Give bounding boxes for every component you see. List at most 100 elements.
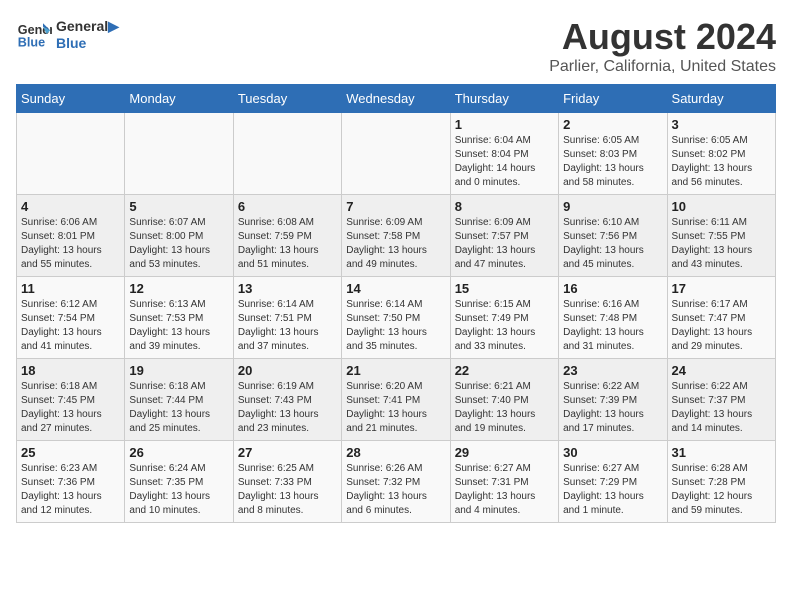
day-number: 19 <box>129 363 228 378</box>
day-number: 24 <box>672 363 771 378</box>
subtitle: Parlier, California, United States <box>549 58 776 76</box>
title-block: August 2024 Parlier, California, United … <box>549 16 776 76</box>
day-info: Sunrise: 6:07 AM Sunset: 8:00 PM Dayligh… <box>129 216 228 272</box>
day-number: 14 <box>346 281 445 296</box>
day-number: 25 <box>21 445 120 460</box>
column-header-tuesday: Tuesday <box>233 85 341 113</box>
day-info: Sunrise: 6:05 AM Sunset: 8:02 PM Dayligh… <box>672 134 771 190</box>
column-header-monday: Monday <box>125 85 233 113</box>
day-info: Sunrise: 6:22 AM Sunset: 7:37 PM Dayligh… <box>672 380 771 436</box>
calendar-cell: 11 Sunrise: 6:12 AM Sunset: 7:54 PM Dayli… <box>17 277 125 359</box>
day-info: Sunrise: 6:08 AM Sunset: 7:59 PM Dayligh… <box>238 216 337 272</box>
day-number: 27 <box>238 445 337 460</box>
calendar-cell: 27 Sunrise: 6:25 AM Sunset: 7:33 PM Dayli… <box>233 441 341 523</box>
day-number: 7 <box>346 199 445 214</box>
calendar-cell: 21 Sunrise: 6:20 AM Sunset: 7:41 PM Dayli… <box>342 359 450 441</box>
calendar-cell: 1Sunrise: 6:04 AM Sunset: 8:04 PM Daylig… <box>450 113 558 195</box>
calendar-cell: 6 Sunrise: 6:08 AM Sunset: 7:59 PM Daylig… <box>233 195 341 277</box>
day-number: 12 <box>129 281 228 296</box>
day-info: Sunrise: 6:24 AM Sunset: 7:35 PM Dayligh… <box>129 462 228 518</box>
day-info: Sunrise: 6:14 AM Sunset: 7:51 PM Dayligh… <box>238 298 337 354</box>
column-header-thursday: Thursday <box>450 85 558 113</box>
calendar-cell <box>233 113 341 195</box>
calendar-cell: 24 Sunrise: 6:22 AM Sunset: 7:37 PM Dayli… <box>667 359 775 441</box>
logo-line2: Blue <box>56 35 119 51</box>
calendar-cell: 20 Sunrise: 6:19 AM Sunset: 7:43 PM Dayli… <box>233 359 341 441</box>
day-number: 22 <box>455 363 554 378</box>
day-info: Sunrise: 6:17 AM Sunset: 7:47 PM Dayligh… <box>672 298 771 354</box>
day-number: 20 <box>238 363 337 378</box>
day-info: Sunrise: 6:12 AM Sunset: 7:54 PM Dayligh… <box>21 298 120 354</box>
day-number: 13 <box>238 281 337 296</box>
day-number: 2 <box>563 117 662 132</box>
calendar-cell: 7Sunrise: 6:09 AM Sunset: 7:58 PM Daylig… <box>342 195 450 277</box>
day-number: 4 <box>21 199 120 214</box>
day-info: Sunrise: 6:20 AM Sunset: 7:41 PM Dayligh… <box>346 380 445 436</box>
calendar-cell: 15 Sunrise: 6:15 AM Sunset: 7:49 PM Dayli… <box>450 277 558 359</box>
calendar-cell: 31Sunrise: 6:28 AM Sunset: 7:28 PM Dayli… <box>667 441 775 523</box>
column-header-saturday: Saturday <box>667 85 775 113</box>
day-number: 8 <box>455 199 554 214</box>
calendar-cell: 13 Sunrise: 6:14 AM Sunset: 7:51 PM Dayli… <box>233 277 341 359</box>
day-info: Sunrise: 6:04 AM Sunset: 8:04 PM Dayligh… <box>455 134 554 190</box>
logo: General Blue General▶ Blue <box>16 16 119 52</box>
svg-text:Blue: Blue <box>18 36 45 50</box>
day-number: 31 <box>672 445 771 460</box>
day-number: 10 <box>672 199 771 214</box>
day-info: Sunrise: 6:26 AM Sunset: 7:32 PM Dayligh… <box>346 462 445 518</box>
page-header: General Blue General▶ Blue August 2024 P… <box>16 16 776 76</box>
calendar-cell: 12 Sunrise: 6:13 AM Sunset: 7:53 PM Dayli… <box>125 277 233 359</box>
calendar-cell: 18Sunrise: 6:18 AM Sunset: 7:45 PM Dayli… <box>17 359 125 441</box>
day-number: 26 <box>129 445 228 460</box>
calendar-cell <box>125 113 233 195</box>
day-number: 23 <box>563 363 662 378</box>
day-info: Sunrise: 6:23 AM Sunset: 7:36 PM Dayligh… <box>21 462 120 518</box>
column-header-friday: Friday <box>559 85 667 113</box>
day-info: Sunrise: 6:09 AM Sunset: 7:57 PM Dayligh… <box>455 216 554 272</box>
day-info: Sunrise: 6:06 AM Sunset: 8:01 PM Dayligh… <box>21 216 120 272</box>
day-number: 28 <box>346 445 445 460</box>
calendar-cell: 9Sunrise: 6:10 AM Sunset: 7:56 PM Daylig… <box>559 195 667 277</box>
logo-line1: General▶ <box>56 18 119 35</box>
calendar-cell: 25 Sunrise: 6:23 AM Sunset: 7:36 PM Dayli… <box>17 441 125 523</box>
column-header-sunday: Sunday <box>17 85 125 113</box>
day-number: 11 <box>21 281 120 296</box>
calendar-cell: 19 Sunrise: 6:18 AM Sunset: 7:44 PM Dayli… <box>125 359 233 441</box>
day-info: Sunrise: 6:13 AM Sunset: 7:53 PM Dayligh… <box>129 298 228 354</box>
day-info: Sunrise: 6:16 AM Sunset: 7:48 PM Dayligh… <box>563 298 662 354</box>
day-info: Sunrise: 6:27 AM Sunset: 7:29 PM Dayligh… <box>563 462 662 518</box>
day-info: Sunrise: 6:18 AM Sunset: 7:44 PM Dayligh… <box>129 380 228 436</box>
day-number: 9 <box>563 199 662 214</box>
day-number: 15 <box>455 281 554 296</box>
calendar-cell: 30 Sunrise: 6:27 AM Sunset: 7:29 PM Dayli… <box>559 441 667 523</box>
day-info: Sunrise: 6:27 AM Sunset: 7:31 PM Dayligh… <box>455 462 554 518</box>
calendar-cell: 26 Sunrise: 6:24 AM Sunset: 7:35 PM Dayli… <box>125 441 233 523</box>
day-info: Sunrise: 6:15 AM Sunset: 7:49 PM Dayligh… <box>455 298 554 354</box>
calendar-cell: 3 Sunrise: 6:05 AM Sunset: 8:02 PM Daylig… <box>667 113 775 195</box>
calendar-cell: 4 Sunrise: 6:06 AM Sunset: 8:01 PM Daylig… <box>17 195 125 277</box>
day-number: 3 <box>672 117 771 132</box>
day-info: Sunrise: 6:21 AM Sunset: 7:40 PM Dayligh… <box>455 380 554 436</box>
day-number: 29 <box>455 445 554 460</box>
calendar-cell <box>17 113 125 195</box>
day-number: 6 <box>238 199 337 214</box>
day-number: 16 <box>563 281 662 296</box>
calendar-cell <box>342 113 450 195</box>
calendar-cell: 29 Sunrise: 6:27 AM Sunset: 7:31 PM Dayli… <box>450 441 558 523</box>
calendar-cell: 10 Sunrise: 6:11 AM Sunset: 7:55 PM Dayli… <box>667 195 775 277</box>
calendar-cell: 22 Sunrise: 6:21 AM Sunset: 7:40 PM Dayli… <box>450 359 558 441</box>
day-info: Sunrise: 6:25 AM Sunset: 7:33 PM Dayligh… <box>238 462 337 518</box>
calendar-cell: 5Sunrise: 6:07 AM Sunset: 8:00 PM Daylig… <box>125 195 233 277</box>
day-info: Sunrise: 6:22 AM Sunset: 7:39 PM Dayligh… <box>563 380 662 436</box>
calendar-cell: 28 Sunrise: 6:26 AM Sunset: 7:32 PM Dayli… <box>342 441 450 523</box>
day-info: Sunrise: 6:14 AM Sunset: 7:50 PM Dayligh… <box>346 298 445 354</box>
day-info: Sunrise: 6:19 AM Sunset: 7:43 PM Dayligh… <box>238 380 337 436</box>
main-title: August 2024 <box>549 16 776 58</box>
day-number: 18 <box>21 363 120 378</box>
calendar-table: SundayMondayTuesdayWednesdayThursdayFrid… <box>16 84 776 523</box>
day-number: 30 <box>563 445 662 460</box>
column-header-wednesday: Wednesday <box>342 85 450 113</box>
day-number: 21 <box>346 363 445 378</box>
day-info: Sunrise: 6:11 AM Sunset: 7:55 PM Dayligh… <box>672 216 771 272</box>
logo-icon: General Blue <box>16 16 52 52</box>
